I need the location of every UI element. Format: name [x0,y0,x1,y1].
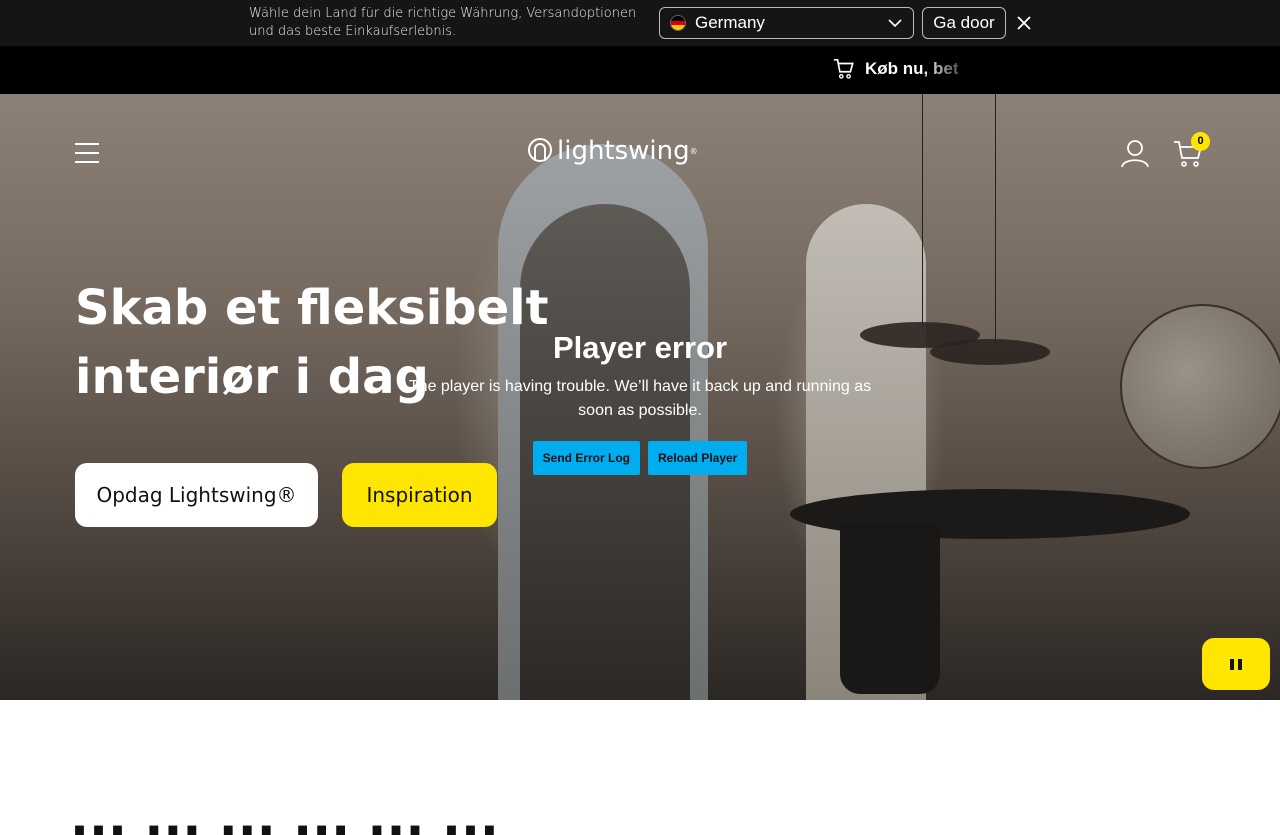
announcement-text: Køb nu, bet [865,59,958,78]
player-error-message: The player is having trouble. We’ll have… [408,378,872,419]
cart-count-badge: 0 [1191,132,1210,151]
country-message: Wähle dein Land für die richtige Währung… [249,6,637,39]
send-error-log-button[interactable]: Send Error Log [532,441,640,475]
germany-flag-icon [670,15,686,31]
site-logo[interactable]: lightswing ® [527,136,698,166]
pause-icon [1238,658,1242,670]
cart-icon [833,59,854,79]
logo-registered-mark: ® [689,146,698,156]
reload-player-button[interactable]: Reload Player [647,441,748,475]
lamp-cord [922,94,923,329]
section-heading-text: ... ... ... ... ... ... [70,789,499,835]
player-error-title: Player error [552,330,728,365]
hero-section: lightswing ® 0 Skab et fleksibelt interi… [0,94,1280,700]
chevron-down-icon [888,19,902,28]
discover-lightswing-button[interactable]: Opdag Lightswing® [75,463,318,527]
hamburger-menu-icon[interactable] [75,143,99,163]
pause-icon [1230,658,1234,670]
announcement-item[interactable]: Køb nu, bet [833,58,958,80]
pendant-lamp [930,339,1050,365]
close-icon[interactable] [1014,13,1034,33]
wall-mirror [1120,304,1280,469]
continue-button[interactable]: Ga door [922,7,1006,39]
logo-icon [528,138,552,162]
lamp-cord [995,94,996,344]
country-dropdown[interactable]: Germany [659,7,914,39]
next-section-heading: ... ... ... ... ... ... [0,775,1280,835]
table-base [840,524,940,694]
announcement-bar: Køb nu, bet [0,46,1280,94]
country-selector-bar: Wähle dein Land für die richtige Währung… [0,0,1280,46]
logo-text: lightswing [557,136,690,166]
country-dropdown-value: Germany [695,13,765,32]
user-icon[interactable] [1120,138,1150,168]
player-error-overlay: Player error The player is having troubl… [380,330,900,475]
pause-button[interactable] [1202,638,1270,690]
